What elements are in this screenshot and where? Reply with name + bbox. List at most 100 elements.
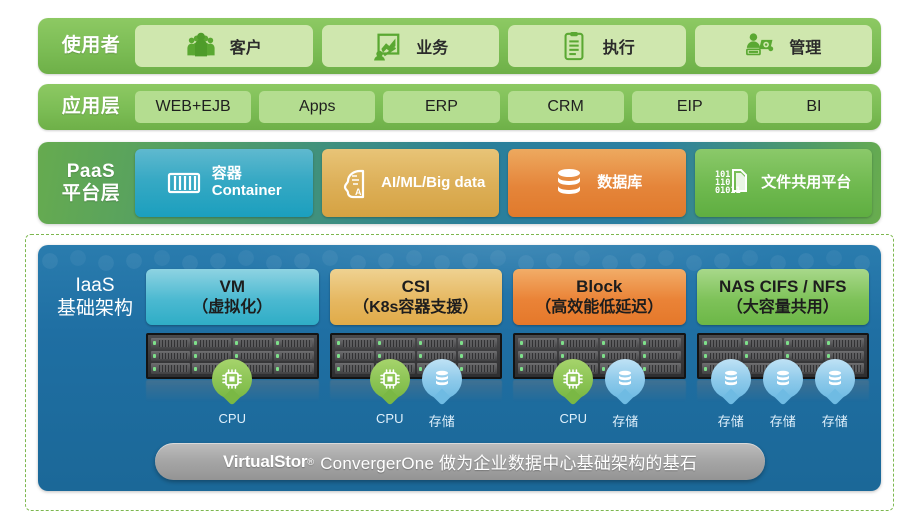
storage-disk-icon [762,359,803,399]
users-item-business-label: 业务 [416,40,449,57]
cpu-chip-icon [369,359,410,399]
iaas-column-nas-subtitle: （大容量共用） [726,298,839,316]
iaas-column-csi-stage: CPU 存储 [329,333,502,429]
paas-item-container-line1: 容器 [211,165,242,183]
device-storage[interactable]: 存储 [708,359,754,430]
iaas-column-vm-title: VM [219,276,246,296]
device-storage[interactable]: 存储 [419,359,465,430]
database-icon [551,165,587,201]
device-storage-label: 存储 [769,414,796,429]
storage-disk-icon [605,359,646,399]
iaas-column-vm-device-list: CPU [146,359,319,426]
iaas-column-block-subtitle: （高效能低延迟） [535,298,664,316]
device-storage-label: 存储 [612,414,639,429]
app-item-web-ejb[interactable]: WEB+EJB [135,91,252,123]
virtualstor-banner-text: ConvergerOne 做为企业数据中心基础架构的基石 [320,454,698,473]
iaas-column-nas: NAS CIFS / NFS （大容量共用） 存储 存储 存储 [696,269,869,429]
users-item-execution-label: 执行 [602,40,635,57]
paas-layer-label: PaaS 平台层 [47,161,135,205]
iaas-column-csi-title: CSI [401,276,430,296]
iaas-column-csi-device-list: CPU 存储 [330,359,503,430]
device-storage-label: 存储 [428,414,455,429]
iaas-column-block-header[interactable]: Block （高效能低延迟） [513,269,686,325]
users-item-management-label: 管理 [789,40,822,57]
device-cpu-label: CPU [218,411,246,426]
paas-item-container[interactable]: 容器 Container [135,149,313,217]
app-item-bi[interactable]: BI [755,91,873,123]
binary-file-icon: 101 110 01011 [715,165,751,201]
storage-disk-icon [710,359,751,399]
iaas-layer-label-line2: 基础架构 [56,297,133,319]
users-layer-label: 使用者 [61,35,121,57]
device-storage[interactable]: 存储 [760,359,806,430]
app-item-apps[interactable]: Apps [259,91,376,123]
iaas-column-block: Block （高效能低延迟） CPU 存储 [513,269,686,429]
iaas-column-list: VM （虚拟化） CPU CSI （K8s容器支援） CPU 存储 Block … [146,269,869,429]
application-layer-label: 应用层 [61,96,121,118]
application-layer-row: 应用层 WEB+EJB Apps ERP CRM EIP BI [38,84,881,130]
iaas-column-block-title: Block [576,276,623,296]
iaas-column-nas-device-list: 存储 存储 存储 [697,359,870,430]
paas-layer-row: PaaS 平台层 容器 Container AI AI/ML/Big data … [38,142,881,224]
iaas-column-nas-header[interactable]: NAS CIFS / NFS （大容量共用） [696,269,869,325]
paas-cell-list: 容器 Container AI AI/ML/Big data 数据库 101 1… [135,149,872,217]
iaas-column-vm: VM （虚拟化） CPU [146,269,319,426]
ai-brain-icon: AI [335,165,371,201]
device-storage[interactable]: 存储 [812,359,858,430]
users-item-customer-label: 客户 [229,40,262,57]
app-item-eip[interactable]: EIP [631,91,748,123]
application-cell-list: WEB+EJB Apps ERP CRM EIP BI [135,91,873,123]
paas-item-container-label: 容器 Container [211,165,282,200]
paas-item-ai[interactable]: AI AI/ML/Big data [321,149,499,217]
device-cpu[interactable]: CPU [550,359,596,430]
app-item-erp[interactable]: ERP [383,91,500,123]
device-storage[interactable]: 存储 [602,359,648,430]
device-storage-label: 存储 [717,414,744,429]
iaas-column-vm-header[interactable]: VM （虚拟化） [146,269,319,325]
paas-item-file-platform[interactable]: 101 110 01011 文件共用平台 [694,149,872,217]
cpu-chip-icon [553,359,594,399]
iaas-column-csi-header[interactable]: CSI （K8s容器支援） [329,269,502,325]
cpu-chip-icon [212,359,253,399]
paas-item-container-line2: Container [211,182,282,199]
device-cpu[interactable]: CPU [209,359,255,426]
chart-growth-icon [372,31,402,61]
person-settings-icon [745,31,775,61]
paas-item-file-platform-label: 文件共用平台 [761,173,852,191]
storage-disk-icon [421,359,462,399]
device-storage-label: 存储 [821,414,848,429]
iaas-layer-label: IaaS 基础架构 [48,275,142,321]
container-icon [166,165,202,201]
storage-disk-icon [814,359,855,399]
svg-text:AI: AI [355,187,364,197]
iaas-column-block-stage: CPU 存储 [513,333,686,429]
registered-mark: ® [307,456,315,467]
paas-layer-label-line1: PaaS [66,161,116,183]
iaas-column-vm-subtitle: （虚拟化） [192,298,273,316]
app-item-crm[interactable]: CRM [507,91,624,123]
device-cpu[interactable]: CPU [367,359,413,430]
iaas-column-nas-title: NAS CIFS / NFS [718,276,847,296]
virtualstor-banner: VirtualStor ® ConvergerOne 做为企业数据中心基础架构的基… [155,443,765,480]
users-item-business[interactable]: 业务 [321,25,499,67]
users-cell-list: 客户 业务 执行 管理 [135,25,872,67]
iaas-column-nas-stage: 存储 存储 存储 [696,333,869,429]
paas-layer-label-line2: 平台层 [61,183,121,204]
paas-item-database-label: 数据库 [597,173,643,191]
clipboard-icon [559,31,589,61]
iaas-column-csi: CSI （K8s容器支援） CPU 存储 [329,269,502,429]
users-layer-row: 使用者 客户 业务 执行 管理 [38,18,881,74]
virtualstor-brand-label: VirtualStor [222,451,308,471]
iaas-column-csi-subtitle: （K8s容器支援） [353,298,479,316]
users-item-customer[interactable]: 客户 [135,25,313,67]
paas-item-ai-label: AI/ML/Big data [381,173,486,191]
paas-item-database[interactable]: 数据库 [508,149,686,217]
users-item-execution[interactable]: 执行 [508,25,686,67]
iaas-layer-label-line1: IaaS [75,275,115,296]
iaas-column-block-device-list: CPU 存储 [513,359,686,430]
users-item-management[interactable]: 管理 [694,25,872,67]
device-cpu-label: CPU [376,411,404,426]
device-cpu-label: CPU [559,411,587,426]
iaas-column-vm-stage: CPU [146,333,319,426]
people-group-icon [186,31,216,61]
